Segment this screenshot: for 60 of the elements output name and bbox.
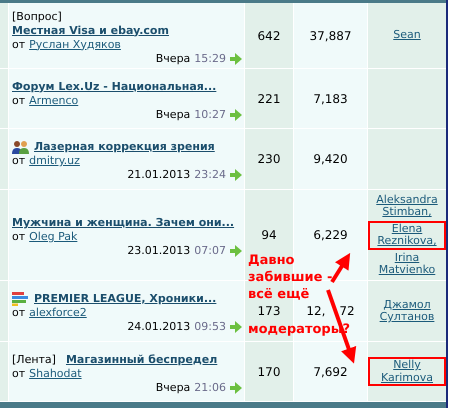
replies-count: 170 xyxy=(258,364,280,378)
views-count: 72 xyxy=(339,304,355,318)
author-link[interactable]: alexforce2 xyxy=(29,306,87,320)
topic-title-link[interactable]: Магазинный беспредел xyxy=(66,352,218,366)
replies-count: 230 xyxy=(258,152,280,166)
replies-count: 173 xyxy=(258,304,280,318)
replies-count: 94 xyxy=(261,228,277,242)
last-post-time: 23:24 xyxy=(194,168,226,182)
last-post-date: Вчера xyxy=(156,380,190,394)
last-post-time: 21:06 xyxy=(194,380,226,394)
author-label: от xyxy=(12,154,26,168)
go-arrow-icon[interactable] xyxy=(230,321,242,333)
annotation-arrow xyxy=(330,252,350,284)
topic-title-link[interactable]: Лазерная коррекция зрения xyxy=(34,140,215,154)
views-count: 7,692 xyxy=(313,364,348,378)
views-count: 37,887 xyxy=(310,28,352,42)
views-count: 6,229 xyxy=(313,228,348,242)
author-label: от xyxy=(12,306,26,320)
go-arrow-icon[interactable] xyxy=(230,382,242,394)
annotation-text: Давно забившие - всё ещё xyxy=(248,252,332,303)
last-post-time: 07:07 xyxy=(194,244,226,258)
author-label: от xyxy=(12,38,26,52)
last-post-time: 09:53 xyxy=(194,320,226,334)
topic-prefix: [Вопрос] xyxy=(12,10,62,24)
author-label: от xyxy=(12,230,26,244)
views-count: 9,420 xyxy=(313,152,348,166)
moderator-link[interactable]: Irina Matvienko xyxy=(368,250,446,278)
moderator-link[interactable]: Nelly Karimova xyxy=(368,357,446,386)
topic-title-link[interactable]: Мужчина и женщина. Зачем они... xyxy=(12,216,234,230)
people-icon xyxy=(12,140,30,154)
topic-prefix: [Лента] xyxy=(12,352,56,366)
topic-title-link[interactable]: PREMIER LEAGUE, Хроники... xyxy=(34,292,216,306)
author-link[interactable]: Руслан Худяков xyxy=(29,38,121,52)
moderator-link[interactable]: Elena Reznikova, xyxy=(368,220,446,250)
author-label: от xyxy=(12,366,26,380)
author-link[interactable]: Shahodat xyxy=(29,366,82,380)
author-label: от xyxy=(12,94,26,108)
moderator-link[interactable]: Sean xyxy=(389,27,425,44)
last-post-date: Вчера xyxy=(156,52,190,66)
replies-count: 642 xyxy=(258,28,280,42)
topic-title-link[interactable]: Форум Lex.Uz - Национальная... xyxy=(12,80,216,94)
views-count: 12, xyxy=(306,304,326,318)
last-post-date: Вчера xyxy=(156,108,190,122)
last-post-time: 10:27 xyxy=(194,108,226,122)
go-arrow-icon[interactable] xyxy=(230,169,242,181)
go-arrow-icon[interactable] xyxy=(230,108,242,120)
author-link[interactable]: Armenco xyxy=(29,94,78,108)
last-post-date: 23.01.2013 xyxy=(127,244,190,258)
last-post-date: 21.01.2013 xyxy=(127,168,190,182)
bars-icon xyxy=(12,292,30,306)
last-post-time: 15:29 xyxy=(194,52,226,66)
moderator-link[interactable]: Aleksandra Stimban, xyxy=(368,192,446,220)
views-count: 7,183 xyxy=(313,92,348,106)
topic-title-link[interactable]: Местная Visa и ebay.com xyxy=(12,24,169,38)
last-post-date: 24.01.2013 xyxy=(127,320,190,334)
replies-count: 221 xyxy=(258,92,280,106)
author-link[interactable]: Oleg Pak xyxy=(29,230,78,244)
author-link[interactable]: dmitry.uz xyxy=(29,154,80,168)
go-arrow-icon[interactable] xyxy=(230,245,242,257)
go-arrow-icon[interactable] xyxy=(230,52,242,64)
